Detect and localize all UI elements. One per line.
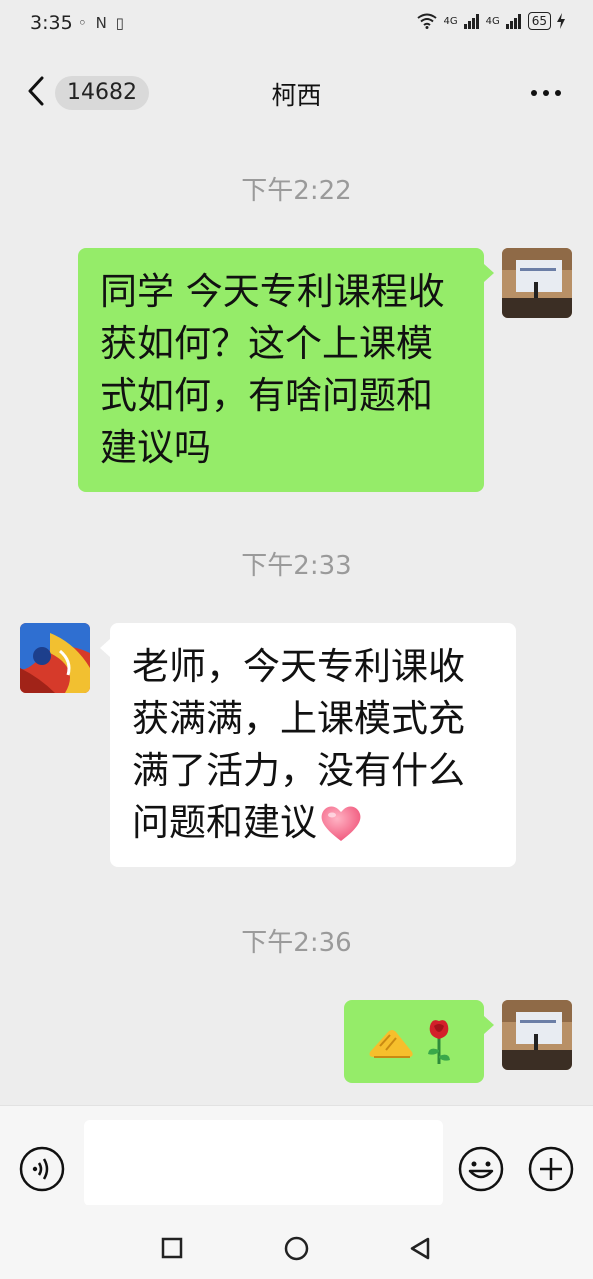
bubble-tail [484, 1016, 494, 1034]
network-type-1: 4G [443, 15, 458, 27]
avatar-other-image [20, 623, 90, 693]
battery-level: 65 [527, 12, 551, 30]
circle-icon[interactable] [284, 1236, 309, 1261]
bubble-tail [484, 264, 494, 282]
avatar-self-image [502, 1000, 572, 1070]
avatar-self[interactable] [502, 248, 572, 318]
avatar-self[interactable] [502, 1000, 572, 1070]
signal-icon [463, 14, 479, 29]
message-bubble-self[interactable]: 同学 今天专利课程收获如何？这个上课模式如何，有啥问题和建议吗 [78, 248, 484, 492]
message-bubble-self[interactable] [344, 1000, 484, 1083]
message-input[interactable] [84, 1120, 443, 1206]
avatar-other[interactable] [20, 623, 90, 693]
status-time: 3:35 [30, 12, 73, 34]
bubble-tail [100, 639, 110, 657]
clap-emoji [369, 1030, 413, 1058]
network-type-2: 4G [485, 15, 500, 27]
message-text: 同学 今天专利课程收获如何？这个上课模式如何，有啥问题和建议吗 [100, 270, 445, 469]
smiley-icon[interactable] [458, 1146, 504, 1192]
triangle-back-icon[interactable] [408, 1236, 432, 1261]
message-text: 老师，今天专利课收获满满，上课模式充满了活力，没有什么问题和建议 [132, 645, 465, 844]
chat-title: 柯西 [271, 81, 322, 110]
more-dots-icon[interactable] [529, 86, 563, 100]
voice-icon[interactable] [19, 1146, 65, 1192]
timestamp: 下午2:22 [241, 176, 352, 206]
heart-emoji [321, 806, 361, 841]
wifi-icon [417, 13, 438, 29]
avatar-self-image [502, 248, 572, 318]
chat-input-bar [0, 1105, 593, 1206]
status-right-icons: 4G 4G 65 [417, 12, 565, 30]
charging-icon [557, 13, 565, 29]
status-bar: 3:35 ◦ N ▯ 4G 4G 65 [0, 0, 593, 46]
signal-icon [505, 14, 521, 29]
chat-header: 14682 柯西 [0, 46, 593, 136]
timestamp: 下午2:36 [241, 928, 352, 958]
message-bubble-other[interactable]: 老师，今天专利课收获满满，上课模式充满了活力，没有什么问题和建议 [110, 623, 516, 867]
square-icon[interactable] [161, 1237, 183, 1259]
rose-emoji [428, 1020, 450, 1064]
timestamp: 下午2:33 [241, 551, 352, 581]
status-notification-icons: ◦ N ▯ [78, 14, 126, 32]
system-nav-bar [0, 1205, 593, 1279]
plus-icon[interactable] [528, 1146, 574, 1192]
